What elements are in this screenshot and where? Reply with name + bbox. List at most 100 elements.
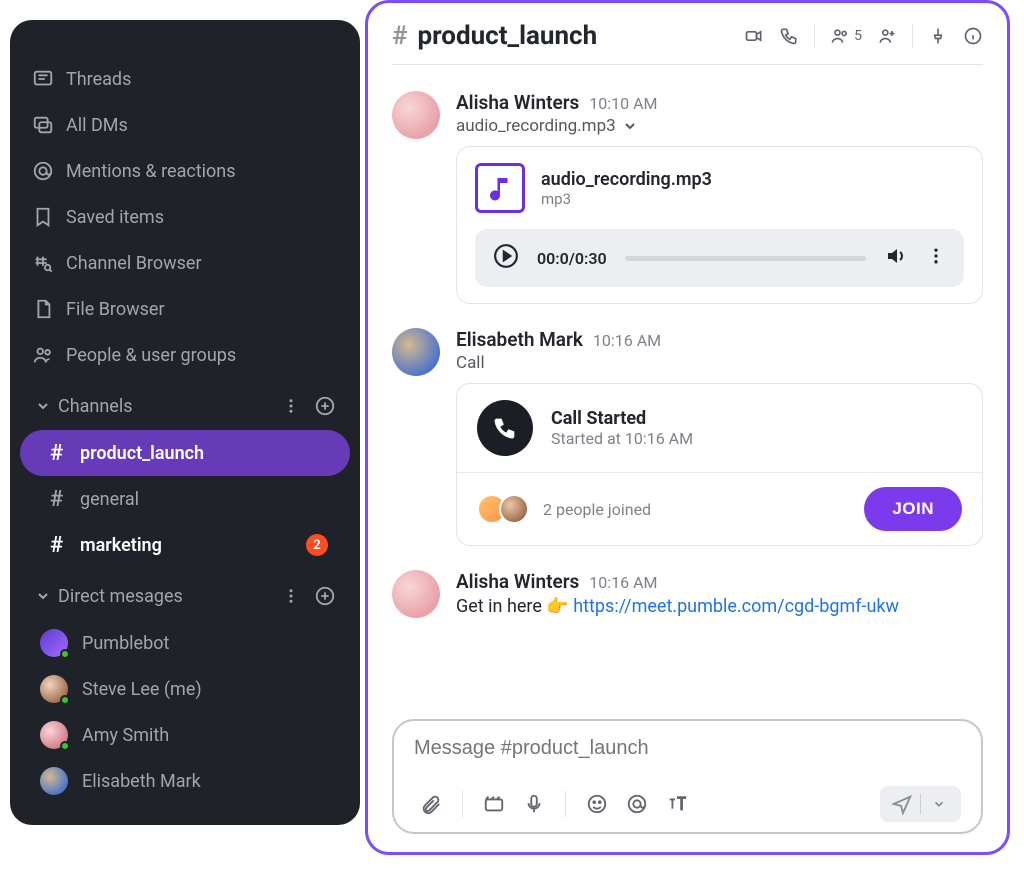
send-options-button[interactable] xyxy=(921,790,957,818)
divider xyxy=(565,791,566,817)
video-call-button[interactable] xyxy=(744,26,764,46)
file-icon xyxy=(32,298,66,320)
file-name: audio_recording.mp3 xyxy=(541,169,712,190)
sidebar: Threads All DMs Mentions & reactions Sav… xyxy=(10,20,360,825)
channels-section-header[interactable]: Channels xyxy=(10,382,360,430)
threads-icon xyxy=(32,68,66,90)
dm-item-pumblebot[interactable]: Pumblebot xyxy=(10,620,360,666)
chevron-down-icon xyxy=(28,588,58,604)
audio-attachment-card: audio_recording.mp3 mp3 00:0/0:30 xyxy=(456,146,983,304)
sidebar-item-people-groups[interactable]: People & user groups xyxy=(10,332,360,378)
unread-badge: 2 xyxy=(306,534,328,556)
emoji-button[interactable] xyxy=(580,789,614,819)
dm-item-amy-smith[interactable]: Amy Smith xyxy=(10,712,360,758)
sidebar-item-channel-browser[interactable]: Channel Browser xyxy=(10,240,360,286)
sidebar-item-label: File Browser xyxy=(66,299,165,320)
sidebar-item-label: Threads xyxy=(66,69,131,90)
chat-header: # product_launch 5 xyxy=(392,23,983,65)
add-dm-button[interactable] xyxy=(308,585,342,607)
dm-name: Steve Lee (me) xyxy=(82,679,202,700)
dm-section-header[interactable]: Direct mesages xyxy=(10,572,360,620)
message-audio: Alisha Winters 10:10 AM audio_recording.… xyxy=(392,83,983,312)
mention-button[interactable] xyxy=(620,789,654,819)
divider xyxy=(814,24,815,48)
dm-name: Elisabeth Mark xyxy=(82,771,201,792)
channel-item-product-launch[interactable]: # product_launch xyxy=(20,430,350,476)
channel-item-general[interactable]: # general xyxy=(20,476,350,522)
sidebar-item-threads[interactable]: Threads xyxy=(10,56,360,102)
send-button[interactable] xyxy=(884,790,920,818)
message-call: Elisabeth Mark 10:16 AM Call Call Starte… xyxy=(392,320,983,554)
play-button[interactable] xyxy=(493,243,519,273)
volume-button[interactable] xyxy=(884,244,908,272)
audio-player: 00:0/0:30 xyxy=(475,229,964,287)
avatar xyxy=(40,629,68,657)
sidebar-item-mentions[interactable]: Mentions & reactions xyxy=(10,148,360,194)
hash-icon: # xyxy=(392,21,408,51)
attach-button[interactable] xyxy=(414,789,448,819)
channel-item-marketing[interactable]: # marketing 2 xyxy=(20,522,350,568)
sidebar-item-file-browser[interactable]: File Browser xyxy=(10,286,360,332)
message-link: Alisha Winters 10:16 AM Get in here 👉 ht… xyxy=(392,562,983,626)
meeting-link[interactable]: https://meet.pumble.com/cgd-bgmf-ukw xyxy=(573,596,899,617)
joined-avatars xyxy=(477,494,529,524)
attachment-name: audio_recording.mp3 xyxy=(456,116,616,136)
record-video-button[interactable] xyxy=(477,789,511,819)
message-time: 10:10 AM xyxy=(589,94,657,113)
dm-icon xyxy=(32,114,66,136)
message-author[interactable]: Alisha Winters xyxy=(456,91,579,114)
sidebar-item-label: All DMs xyxy=(66,115,128,136)
sidebar-item-label: Channel Browser xyxy=(66,253,202,274)
people-icon xyxy=(32,344,66,366)
pin-button[interactable] xyxy=(928,26,948,46)
message-subline: Call xyxy=(456,353,983,373)
player-menu-button[interactable] xyxy=(926,246,946,270)
chevron-down-icon xyxy=(622,118,638,134)
avatar xyxy=(40,767,68,795)
pointing-emoji-icon: 👉 xyxy=(546,596,568,617)
audio-call-button[interactable] xyxy=(779,26,799,46)
channel-title[interactable]: # product_launch xyxy=(392,21,597,51)
hash-icon: # xyxy=(50,533,80,558)
channel-title-text: product_launch xyxy=(418,21,598,51)
avatar xyxy=(499,494,529,524)
add-channel-button[interactable] xyxy=(308,395,342,417)
call-subtext: Started at 10:16 AM xyxy=(551,429,693,448)
section-label: Direct mesages xyxy=(58,586,274,607)
chat-header-actions: 5 xyxy=(744,24,983,48)
message-author[interactable]: Alisha Winters xyxy=(456,570,579,593)
message-author[interactable]: Elisabeth Mark xyxy=(456,328,583,351)
channel-name: marketing xyxy=(80,535,306,556)
dm-item-steve-lee[interactable]: Steve Lee (me) xyxy=(10,666,360,712)
divider xyxy=(462,791,463,817)
call-card: Call Started Started at 10:16 AM 2 peopl… xyxy=(456,383,983,546)
dm-name: Pumblebot xyxy=(82,633,169,654)
divider xyxy=(912,24,913,48)
sidebar-item-saved[interactable]: Saved items xyxy=(10,194,360,240)
section-label: Channels xyxy=(58,396,274,417)
info-button[interactable] xyxy=(963,26,983,46)
join-button[interactable]: JOIN xyxy=(864,487,962,531)
hash-search-icon xyxy=(32,252,66,274)
player-time: 00:0/0:30 xyxy=(537,249,607,268)
message-input[interactable] xyxy=(414,737,961,760)
sidebar-item-label: People & user groups xyxy=(66,345,236,366)
avatar xyxy=(392,570,440,618)
members-button[interactable]: 5 xyxy=(830,26,862,46)
attachment-label-row[interactable]: audio_recording.mp3 xyxy=(456,116,983,136)
format-button[interactable] xyxy=(660,789,694,819)
message-composer xyxy=(392,719,983,834)
section-menu-button[interactable] xyxy=(274,587,308,605)
message-text: Get in here xyxy=(456,596,546,617)
add-member-button[interactable] xyxy=(877,26,897,46)
section-menu-button[interactable] xyxy=(274,397,308,415)
dm-item-elisabeth-mark[interactable]: Elisabeth Mark xyxy=(10,758,360,804)
sidebar-item-all-dms[interactable]: All DMs xyxy=(10,102,360,148)
progress-bar[interactable] xyxy=(625,256,866,261)
chat-body: Alisha Winters 10:10 AM audio_recording.… xyxy=(392,65,983,703)
joined-text: 2 people joined xyxy=(543,500,850,519)
music-note-icon xyxy=(475,163,525,213)
members-count: 5 xyxy=(854,28,862,44)
avatar xyxy=(40,721,68,749)
record-audio-button[interactable] xyxy=(517,789,551,819)
